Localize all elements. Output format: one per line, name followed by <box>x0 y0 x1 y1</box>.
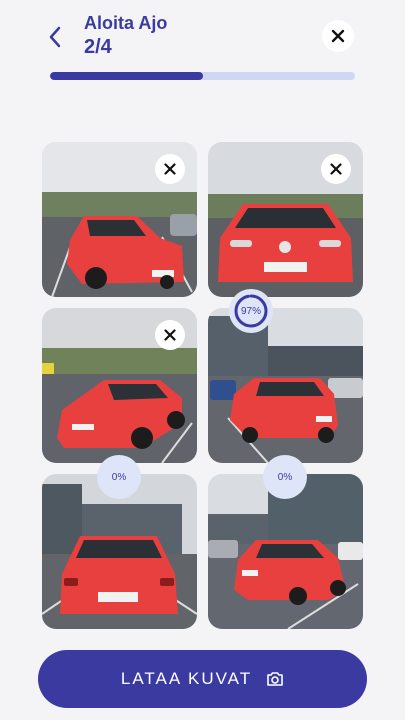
photo-thumbnail[interactable] <box>42 308 197 463</box>
photo-grid <box>42 142 363 629</box>
upload-progress-badge: 0% <box>263 455 307 499</box>
remove-photo-button[interactable] <box>155 154 185 184</box>
close-icon <box>164 329 176 341</box>
upload-photos-button[interactable]: LATAA KUVAT <box>38 650 367 708</box>
photo-thumbnail[interactable] <box>42 142 197 297</box>
chevron-left-icon <box>49 26 61 48</box>
photo-thumbnail[interactable] <box>208 142 363 297</box>
upload-progress-badge: 0% <box>97 455 141 499</box>
upload-progress-label: 97% <box>240 305 261 317</box>
step-indicator: 2/4 <box>84 36 112 58</box>
upload-progress-label: 0% <box>111 471 127 483</box>
close-button[interactable] <box>322 20 354 52</box>
upload-progress-label: 0% <box>277 471 293 483</box>
page-title: Aloita Ajo <box>84 13 168 33</box>
close-icon <box>330 163 342 175</box>
camera-icon <box>267 672 283 686</box>
step-progress-bar <box>50 72 355 80</box>
remove-photo-button[interactable] <box>321 154 351 184</box>
close-icon <box>164 163 176 175</box>
back-button[interactable] <box>40 22 70 52</box>
upload-button-label: LATAA KUVAT <box>120 669 253 688</box>
upload-progress-badge: 97% <box>229 289 273 333</box>
header-title-block: Aloita Ajo 2/4 <box>84 12 167 60</box>
step-progress-fill <box>50 72 203 80</box>
close-icon <box>331 29 345 43</box>
remove-photo-button[interactable] <box>155 320 185 350</box>
